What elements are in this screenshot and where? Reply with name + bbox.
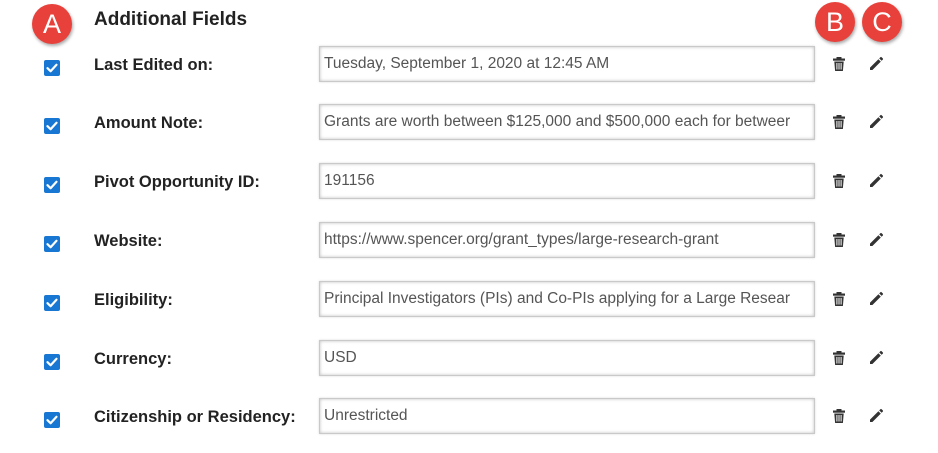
checkmark-icon	[46, 180, 58, 190]
field-row: Amount Note:	[0, 104, 938, 144]
field-label: Amount Note:	[94, 114, 204, 132]
trash-icon[interactable]	[830, 231, 848, 249]
field-value-input[interactable]	[319, 222, 815, 258]
pencil-icon[interactable]	[867, 55, 885, 73]
pencil-icon[interactable]	[867, 113, 885, 131]
field-label: Citizenship or Residency:	[94, 408, 296, 426]
trash-icon[interactable]	[830, 113, 848, 131]
field-label: Pivot Opportunity ID:	[94, 173, 260, 191]
include-field-checkbox[interactable]	[44, 295, 60, 311]
checkmark-icon	[46, 239, 58, 249]
field-label: Currency:	[94, 350, 172, 368]
pencil-icon[interactable]	[867, 349, 885, 367]
callout-marker-b: B	[815, 2, 855, 42]
field-label: Eligibility:	[94, 291, 173, 309]
trash-icon[interactable]	[830, 349, 848, 367]
field-label: Website:	[94, 232, 163, 250]
field-value-input[interactable]	[319, 340, 815, 376]
checkmark-icon	[46, 357, 58, 367]
pencil-icon[interactable]	[867, 172, 885, 190]
field-value-input[interactable]	[319, 281, 815, 317]
field-value-input[interactable]	[319, 104, 815, 140]
field-row: Citizenship or Residency:	[0, 398, 938, 438]
field-label: Last Edited on:	[94, 56, 214, 74]
section-title: Additional Fields	[94, 9, 248, 30]
trash-icon[interactable]	[830, 407, 848, 425]
callout-marker-c: C	[862, 2, 902, 42]
trash-icon[interactable]	[830, 172, 848, 190]
checkmark-icon	[46, 415, 58, 425]
include-field-checkbox[interactable]	[44, 118, 60, 134]
field-value-input[interactable]	[319, 46, 815, 82]
callout-marker-a: A	[32, 4, 72, 44]
checkmark-icon	[46, 63, 58, 73]
field-row: Eligibility:	[0, 281, 938, 321]
field-value-input[interactable]	[319, 163, 815, 199]
include-field-checkbox[interactable]	[44, 236, 60, 252]
checkmark-icon	[46, 121, 58, 131]
include-field-checkbox[interactable]	[44, 60, 60, 76]
pencil-icon[interactable]	[867, 231, 885, 249]
field-row: Pivot Opportunity ID:	[0, 163, 938, 203]
include-field-checkbox[interactable]	[44, 412, 60, 428]
include-field-checkbox[interactable]	[44, 177, 60, 193]
include-field-checkbox[interactable]	[44, 354, 60, 370]
pencil-icon[interactable]	[867, 290, 885, 308]
checkmark-icon	[46, 298, 58, 308]
trash-icon[interactable]	[830, 290, 848, 308]
field-row: Currency:	[0, 340, 938, 380]
trash-icon[interactable]	[830, 55, 848, 73]
pencil-icon[interactable]	[867, 407, 885, 425]
field-value-input[interactable]	[319, 398, 815, 434]
field-row: Website:	[0, 222, 938, 262]
field-row: Last Edited on:	[0, 46, 938, 86]
